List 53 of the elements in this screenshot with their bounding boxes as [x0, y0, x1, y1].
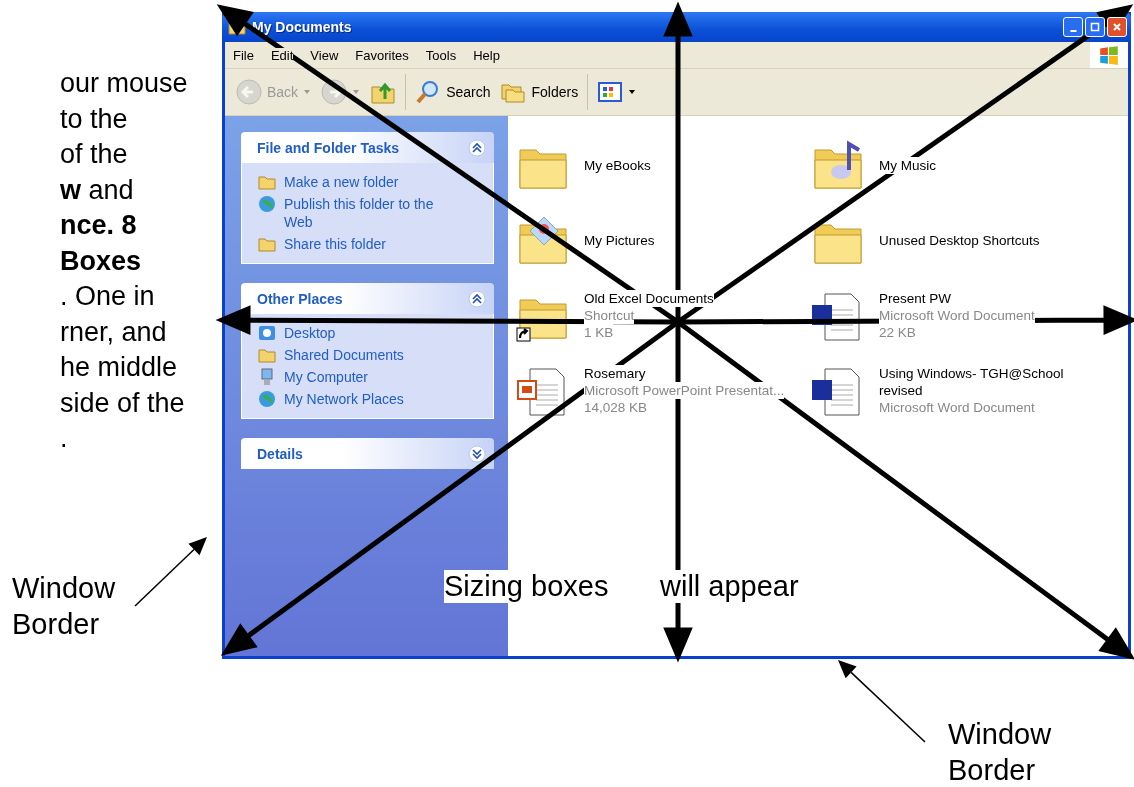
caption-text: will appear — [660, 570, 799, 603]
instruction-text: rner, and — [59, 315, 168, 349]
instruction-text: of the — [59, 138, 129, 171]
task-link[interactable]: My Network Places — [284, 390, 454, 408]
maximize-button[interactable] — [1085, 17, 1105, 37]
file-name[interactable]: My Music — [879, 157, 936, 174]
minimize-icon — [1069, 30, 1077, 32]
caption-text: Sizing boxes — [444, 570, 609, 603]
caret-icon — [352, 88, 361, 96]
instruction-text: . One in — [59, 280, 156, 313]
task-link[interactable]: Make a new folder — [284, 173, 454, 191]
instruction-text: to the — [59, 102, 129, 136]
annotation-label: Window Border — [948, 717, 1053, 787]
instruction-text: . — [59, 422, 69, 455]
views-icon — [597, 79, 624, 105]
maximize-icon — [1090, 22, 1100, 32]
panel-header[interactable]: Other Places — [241, 283, 494, 314]
file-name[interactable]: Rosemary — [584, 365, 646, 382]
file-detail: Microsoft PowerPoint Presentat... — [584, 382, 785, 399]
globe-icon — [258, 195, 276, 213]
close-icon — [1112, 22, 1122, 32]
close-button[interactable] — [1107, 17, 1127, 37]
file-name[interactable]: Old Excel Documents — [584, 290, 714, 307]
panel-header[interactable]: File and Folder Tasks — [241, 132, 494, 163]
windows-logo-icon — [1090, 42, 1128, 68]
folder-icon — [258, 235, 276, 253]
task-link[interactable]: Shared Documents — [284, 346, 454, 364]
instruction-text: w and — [59, 173, 135, 207]
task-link[interactable]: My Computer — [284, 368, 454, 386]
folder-icon — [258, 173, 276, 191]
chevron-icon — [468, 444, 486, 463]
chevron-icon — [468, 138, 486, 157]
panel-header[interactable]: Details — [241, 438, 494, 469]
folders-button[interactable]: Folders — [495, 74, 584, 110]
annotation-label: Window Border — [12, 571, 117, 642]
computer-icon — [258, 368, 276, 386]
instruction-text: nce. 8 — [59, 209, 138, 242]
instruction-text: he middle — [59, 351, 179, 384]
instruction-text: our mouse — [59, 67, 189, 100]
caret-icon — [303, 88, 312, 96]
search-button[interactable]: Search — [410, 74, 496, 110]
instruction-text: Boxes — [59, 244, 143, 278]
folder-icon — [258, 346, 276, 364]
task-link[interactable]: Publish this folder to the Web — [284, 195, 454, 231]
desktop-icon — [258, 324, 276, 342]
task-link[interactable]: Share this folder — [284, 235, 454, 253]
globe-icon — [258, 390, 276, 408]
chevron-icon — [468, 289, 486, 308]
minimize-button[interactable] — [1063, 17, 1083, 37]
menu-item[interactable]: Edit — [270, 47, 294, 63]
task-link[interactable]: Desktop — [284, 324, 454, 342]
caret-icon — [628, 88, 637, 96]
instruction-text: side of the — [59, 386, 186, 420]
